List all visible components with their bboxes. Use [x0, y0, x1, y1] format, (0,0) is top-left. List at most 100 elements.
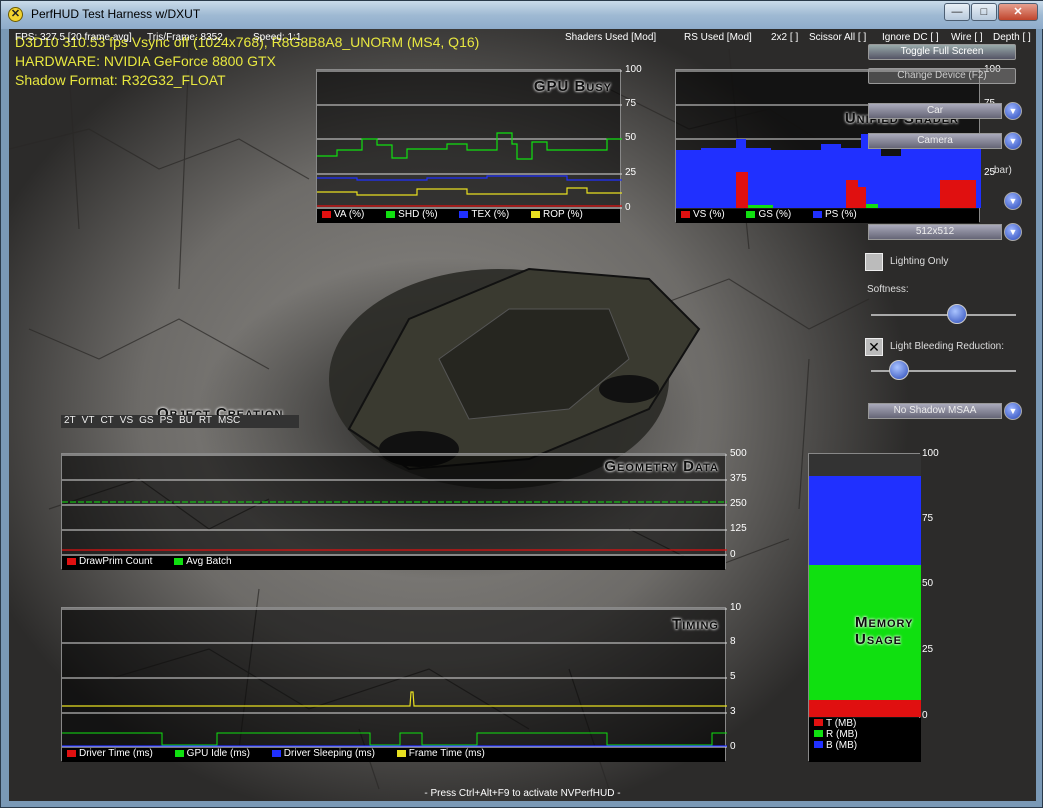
maximize-button[interactable]: □: [971, 3, 997, 21]
light-bleeding-slider-knob[interactable]: [889, 360, 909, 380]
shaders-used-toggle[interactable]: Shaders Used [Mod]: [565, 32, 656, 43]
car-combo[interactable]: Car: [868, 103, 1002, 119]
gpu-busy-tick-25: 25: [625, 167, 637, 178]
timing-tick-0: 0: [730, 741, 736, 752]
geometry-data-panel: Geometry Data DrawPrim Count Avg Batch: [61, 453, 727, 570]
memory-bar-b: [809, 476, 921, 565]
memory-usage-title: Memory Usage: [855, 614, 914, 648]
legend-ps: PS (%): [808, 209, 857, 220]
timing-tick-3: 3: [730, 706, 736, 717]
obj-bu: BU: [178, 415, 193, 426]
rs-used-toggle[interactable]: RS Used [Mod]: [684, 32, 752, 43]
app-window: ✕ PerfHUD Test Harness w/DXUT — □ ✕ D3D1…: [0, 0, 1043, 808]
two-by-two-toggle[interactable]: 2x2 [ ]: [771, 32, 798, 43]
minimize-button[interactable]: —: [944, 3, 970, 21]
timing-tick-5: 5: [730, 671, 736, 682]
softness-slider-track[interactable]: [871, 314, 1016, 316]
memory-bar-t: [809, 700, 921, 717]
series-frame-time: [62, 691, 727, 707]
memory-bar-empty: [809, 454, 921, 476]
perfhud-activation-hint: - Press Ctrl+Alt+F9 to activate NVPerfHU…: [424, 788, 621, 799]
light-bleeding-checkbox-checked-icon[interactable]: ✕: [865, 338, 883, 356]
legend-shd: SHD (%): [381, 209, 438, 220]
series-tex: [317, 175, 622, 181]
gpu-busy-legend: VA (%) SHD (%) TEX (%) ROP (%): [317, 209, 620, 223]
toggle-full-screen-button[interactable]: Toggle Full Screen: [868, 44, 1016, 60]
legend-va: VA (%): [317, 209, 364, 220]
legend-t: T (MB): [809, 718, 921, 729]
memory-tick-0: 0: [922, 710, 928, 721]
timing-title: Timing: [672, 616, 719, 633]
memory-tick-75: 75: [922, 513, 934, 524]
gpu-busy-panel: GPU Busy VA (%) SHD (%) TEX (%) ROP (%): [316, 69, 622, 223]
shadow-dropdown-arrow-icon[interactable]: ▼: [1004, 192, 1022, 210]
change-device-button[interactable]: Change Device (F2): [868, 68, 1016, 84]
camera-dropdown-arrow-icon[interactable]: ▼: [1004, 132, 1022, 150]
legend-vs: VS (%): [676, 209, 725, 220]
obj-ct: CT: [100, 415, 114, 426]
memory-tick-50: 50: [922, 578, 934, 589]
depth-toggle[interactable]: Depth [ ]: [993, 32, 1031, 43]
object-creation-bar: 2T VT CT VS GS PS BU RT MSC: [61, 415, 299, 428]
memory-tick-25: 25: [922, 644, 934, 655]
resolution-dropdown-arrow-icon[interactable]: ▼: [1004, 223, 1022, 241]
unified-shader-legend: VS (%) GS (%) PS (%): [676, 209, 979, 223]
light-bleeding-label: Light Bleeding Reduction:: [890, 341, 1004, 352]
fps-stat: FPS: 327.5 [20 frame avg]: [15, 32, 132, 43]
obj-vs: VS: [119, 415, 134, 426]
obj-rt: RT: [198, 415, 212, 426]
shadow-msaa-combo[interactable]: No Shadow MSAA: [868, 403, 1002, 419]
legend-tex: TEX (%): [454, 209, 509, 220]
scissor-all-toggle[interactable]: Scissor All [ ]: [809, 32, 866, 43]
car-dropdown-arrow-icon[interactable]: ▼: [1004, 102, 1022, 120]
geometry-tick-500: 500: [730, 448, 747, 459]
geometry-tick-0: 0: [730, 549, 736, 560]
hud-shadow-format-line: Shadow Format: R32G32_FLOAT: [15, 72, 226, 88]
timing-plot: [62, 608, 727, 748]
softness-label: Softness:: [867, 284, 909, 295]
geometry-legend: DrawPrim Count Avg Batch: [62, 556, 725, 570]
timing-tick-8: 8: [730, 636, 736, 647]
wire-toggle[interactable]: Wire [ ]: [951, 32, 983, 43]
obj-ps: PS: [159, 415, 173, 426]
timing-legend: Driver Time (ms) GPU Idle (ms) Driver Sl…: [62, 748, 725, 762]
render-viewport[interactable]: D3D10 310.53 fps Vsync off (1024x768), R…: [9, 29, 1036, 801]
legend-avg-batch: Avg Batch: [169, 556, 232, 567]
legend-rop: ROP (%): [526, 209, 583, 220]
softness-slider-knob[interactable]: [947, 304, 967, 324]
window-title: PerfHUD Test Harness w/DXUT: [31, 7, 201, 21]
lighting-only-checkbox[interactable]: [865, 253, 883, 271]
obj-gs: GS: [139, 415, 154, 426]
perfhud-x-icon: ✕: [8, 7, 23, 22]
series-shd: [317, 132, 622, 160]
obj-msc: MSC: [218, 415, 241, 426]
legend-b: B (MB): [809, 740, 921, 751]
tris-stat: Tris/Frame: 8352: [147, 32, 223, 43]
ignore-dc-toggle[interactable]: Ignore DC [ ]: [882, 32, 939, 43]
close-button[interactable]: ✕: [998, 3, 1038, 21]
title-bar[interactable]: ✕ PerfHUD Test Harness w/DXUT — □ ✕: [1, 1, 1043, 29]
memory-usage-panel: Memory Usage T (MB) R (MB) B (MB): [808, 453, 921, 762]
camera-combo[interactable]: Camera: [868, 133, 1002, 149]
msaa-dropdown-arrow-icon[interactable]: ▼: [1004, 402, 1022, 420]
memory-legend: T (MB) R (MB) B (MB): [809, 718, 921, 762]
legend-gs: GS (%): [741, 209, 791, 220]
gpu-busy-tick-50: 50: [625, 132, 637, 143]
resolution-combo[interactable]: 512x512: [868, 224, 1002, 240]
obj-vt: VT: [81, 415, 95, 426]
hud-hardware-line: HARDWARE: NVIDIA GeForce 8800 GTX: [15, 53, 276, 69]
series-rop: [317, 187, 622, 196]
legend-driver-sleeping: Driver Sleeping (ms): [267, 748, 375, 759]
legend-drawprim: DrawPrim Count: [62, 556, 152, 567]
timing-tick-10: 10: [730, 602, 742, 613]
gpu-busy-tick-100: 100: [625, 64, 642, 75]
gpu-busy-tick-0: 0: [625, 202, 631, 213]
lighting-only-label: Lighting Only: [890, 256, 949, 267]
speed-stat: Speed: 1:1: [253, 32, 302, 43]
legend-frame-time: Frame Time (ms): [392, 748, 485, 759]
legend-gpu-idle: GPU Idle (ms): [170, 748, 250, 759]
geometry-tick-375: 375: [730, 473, 747, 484]
legend-driver-time: Driver Time (ms): [62, 748, 153, 759]
obj-2t: 2T: [64, 415, 76, 426]
series-gpu-idle: [62, 732, 727, 746]
